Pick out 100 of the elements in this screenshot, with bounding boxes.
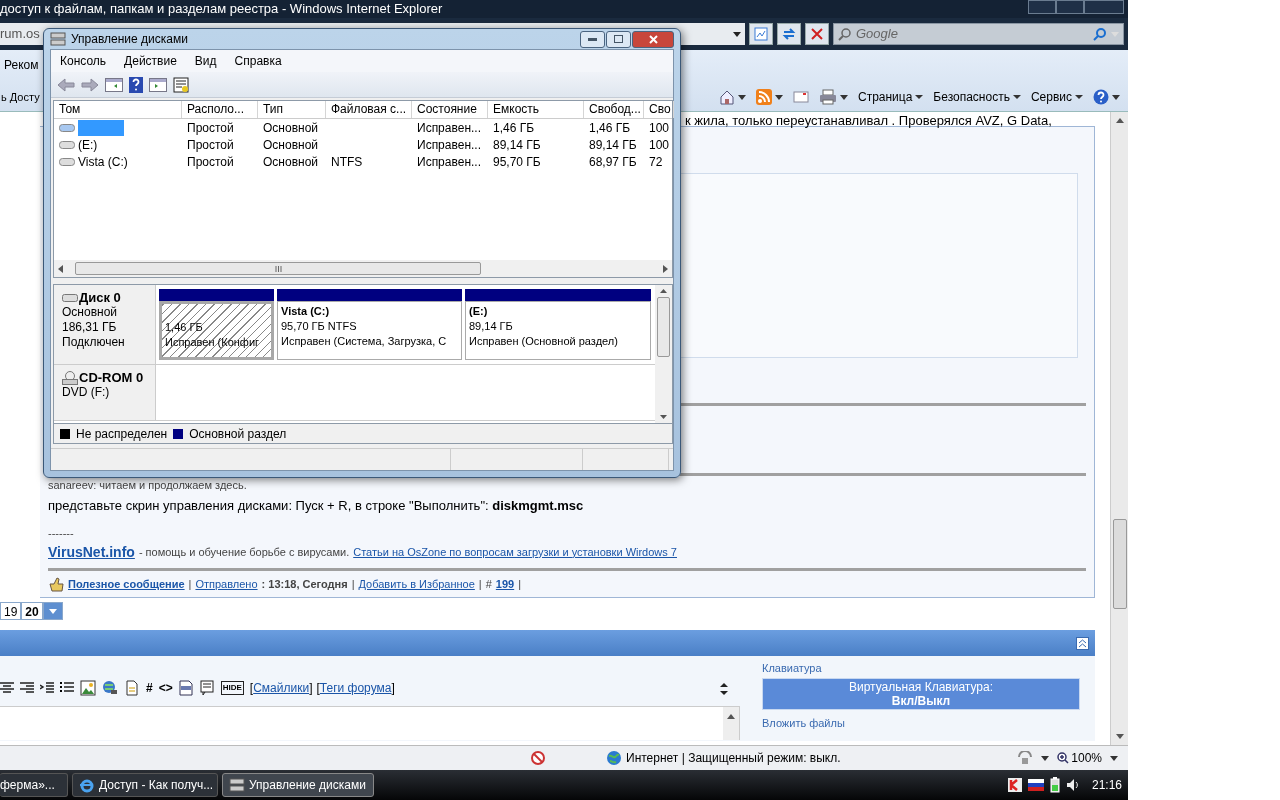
back-icon[interactable] bbox=[57, 77, 75, 92]
signature-link[interactable]: VirusNet.info bbox=[48, 541, 135, 563]
page-link[interactable]: 19 bbox=[0, 602, 22, 620]
collapse-icon[interactable] bbox=[1076, 636, 1089, 650]
php-icon[interactable] bbox=[178, 680, 193, 696]
scroll-down-icon[interactable] bbox=[660, 415, 667, 419]
scrollbar[interactable] bbox=[1110, 112, 1128, 745]
clock: 21:16 bbox=[1091, 777, 1122, 794]
image-icon[interactable] bbox=[80, 680, 96, 696]
dropdown-arrow-icon[interactable] bbox=[839, 94, 848, 100]
taskbar-button[interactable]: Управление дисками bbox=[222, 773, 374, 797]
dropdown-arrow-icon[interactable] bbox=[737, 94, 746, 100]
column-header[interactable]: Емкость bbox=[488, 101, 584, 118]
horizontal-scrollbar[interactable] bbox=[54, 260, 672, 277]
hide-button[interactable]: HIDE bbox=[220, 681, 244, 695]
vertical-scrollbar[interactable] bbox=[655, 285, 672, 423]
menu-button[interactable]: Безопасность bbox=[933, 88, 1021, 106]
maximize-button[interactable] bbox=[1056, 0, 1084, 14]
dropdown-arrow-icon[interactable] bbox=[1110, 755, 1118, 761]
menu-item[interactable]: Консоль bbox=[60, 52, 107, 70]
change-settings-icon[interactable] bbox=[1017, 751, 1034, 765]
partition-block[interactable]: 1,46 ГБ Исправен (Конфиг bbox=[159, 301, 274, 360]
scroll-right-icon[interactable] bbox=[663, 264, 668, 273]
globe-link-icon[interactable] bbox=[102, 680, 118, 696]
language-flag-icon[interactable] bbox=[1027, 779, 1044, 791]
taskbar-button[interactable]: ферма»... bbox=[0, 773, 68, 797]
help-icon[interactable] bbox=[129, 76, 143, 93]
dropdown-arrow-icon[interactable] bbox=[1112, 94, 1120, 100]
align-center-icon[interactable] bbox=[0, 682, 14, 694]
article-link[interactable]: Статьи на OsZone по вопросам загрузки и установки Wirdows 7 bbox=[353, 543, 677, 561]
grip-icon bbox=[274, 265, 282, 272]
menu-button[interactable]: Страница bbox=[857, 88, 924, 106]
taskbar-button[interactable]: Доступ - Как получ... bbox=[72, 773, 218, 797]
home-icon[interactable] bbox=[718, 89, 735, 105]
menu-item[interactable]: Справка bbox=[234, 52, 282, 70]
zoom-button[interactable]: 100% bbox=[1057, 749, 1102, 767]
minimize-button[interactable] bbox=[1028, 0, 1056, 14]
volume-icon[interactable] bbox=[1065, 778, 1080, 792]
forward-icon[interactable] bbox=[81, 77, 99, 92]
column-header[interactable]: Состояние bbox=[412, 101, 488, 118]
table-cell-text: Исправен... bbox=[416, 136, 482, 154]
menu-item[interactable]: Вид bbox=[194, 52, 217, 70]
browser-tab[interactable]: ь Досту bbox=[0, 88, 40, 106]
dropdown-arrow-icon[interactable] bbox=[733, 31, 741, 37]
code-button[interactable]: # bbox=[146, 679, 153, 697]
scroll-up-icon[interactable] bbox=[727, 714, 735, 720]
minimize-button[interactable] bbox=[580, 30, 605, 48]
quote-icon[interactable] bbox=[198, 680, 215, 696]
action-pane-icon[interactable] bbox=[149, 77, 167, 92]
search-icon[interactable] bbox=[1093, 27, 1107, 41]
dropdown-arrow-icon[interactable] bbox=[774, 94, 783, 100]
sent-link[interactable]: Отправлено bbox=[195, 575, 258, 592]
code-button[interactable]: <> bbox=[158, 679, 173, 697]
column-header[interactable]: Сво bbox=[644, 101, 674, 118]
menu-item[interactable]: Действие bbox=[124, 52, 177, 70]
page-dropdown[interactable] bbox=[42, 602, 63, 620]
helpful-link[interactable]: Полезное сообщение bbox=[68, 575, 185, 592]
scroll-left-icon[interactable] bbox=[58, 264, 63, 273]
search-field[interactable]: Google bbox=[833, 23, 1124, 45]
page-link[interactable]: 20 bbox=[21, 602, 43, 620]
indent-icon[interactable] bbox=[40, 682, 54, 694]
favorite-link[interactable]: Добавить в Избранное bbox=[358, 575, 475, 592]
help-icon[interactable] bbox=[1093, 89, 1109, 105]
menu-button[interactable]: Сервис bbox=[1030, 88, 1083, 106]
scrollbar-thumb[interactable] bbox=[1112, 518, 1127, 609]
close-icon[interactable] bbox=[648, 34, 658, 44]
battery-icon[interactable] bbox=[1049, 777, 1060, 793]
maximize-button[interactable] bbox=[606, 30, 631, 48]
scroll-up-icon[interactable] bbox=[660, 289, 667, 293]
printer-icon[interactable] bbox=[818, 89, 837, 105]
favorites-link[interactable]: Реком bbox=[0, 56, 39, 74]
console-tree-icon[interactable] bbox=[105, 77, 123, 92]
scroll-down-icon[interactable] bbox=[1115, 734, 1124, 739]
properties-icon[interactable] bbox=[173, 76, 189, 93]
post-number-link[interactable]: 199 bbox=[495, 575, 515, 592]
refresh-icon[interactable] bbox=[782, 27, 796, 41]
close-button[interactable] bbox=[1084, 0, 1124, 14]
maximize-icon[interactable] bbox=[614, 35, 623, 43]
mail-icon[interactable] bbox=[792, 91, 809, 103]
stop-icon[interactable] bbox=[811, 28, 823, 40]
minimize-icon[interactable] bbox=[588, 37, 597, 41]
hash-mark: # bbox=[485, 576, 492, 592]
scroll-up-icon[interactable] bbox=[1115, 118, 1124, 123]
align-right-icon[interactable] bbox=[20, 682, 34, 694]
compatibility-icon[interactable] bbox=[754, 27, 768, 41]
column-header[interactable]: Располо... bbox=[182, 101, 258, 118]
list-icon[interactable] bbox=[60, 682, 74, 694]
resize-icon[interactable] bbox=[720, 681, 728, 696]
antivirus-icon[interactable] bbox=[1007, 778, 1022, 792]
thumbs-up-icon[interactable] bbox=[48, 575, 64, 592]
close-button[interactable] bbox=[632, 30, 674, 48]
column-header[interactable]: Тип bbox=[258, 101, 326, 118]
column-header[interactable]: Том bbox=[54, 101, 182, 118]
column-header[interactable]: Свобод... bbox=[584, 101, 644, 118]
column-header[interactable]: Файловая с... bbox=[326, 101, 412, 118]
dropdown-arrow-icon[interactable] bbox=[1041, 755, 1050, 761]
partition-block[interactable]: (E:) 89,14 ГБ Исправен (Основной раздел) bbox=[465, 301, 651, 360]
partition-block[interactable]: Vista (C:) 95,70 ГБ NTFS Исправен (Система, Загрузка, С bbox=[277, 301, 462, 360]
message-input[interactable] bbox=[0, 706, 740, 740]
document-icon[interactable] bbox=[124, 680, 140, 696]
